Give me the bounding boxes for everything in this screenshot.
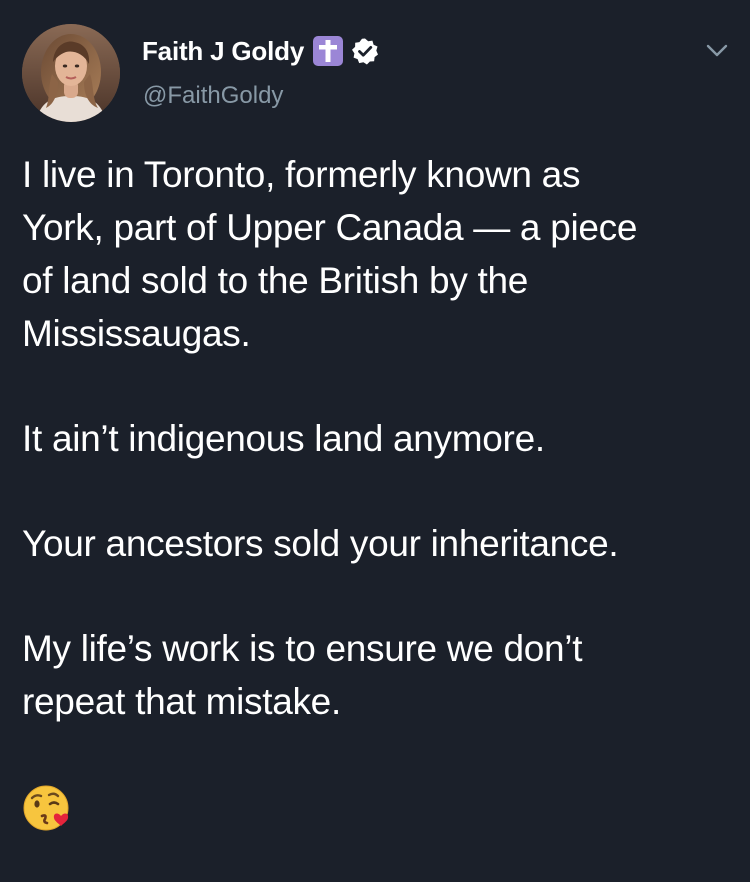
tweet-paragraph: I live in Toronto, formerly known as Yor…	[22, 154, 638, 354]
author-name-row[interactable]: Faith J Goldy	[142, 33, 379, 69]
tweet-paragraph: It ain’t indigenous land anymore.	[22, 418, 545, 459]
tweet-text: I live in Toronto, formerly known as Yor…	[22, 148, 732, 780]
face-blowing-a-kiss-emoji	[22, 782, 74, 834]
verified-check-icon	[351, 37, 379, 65]
author-display-name[interactable]: Faith J Goldy	[142, 36, 304, 67]
author-avatar[interactable]	[22, 24, 120, 122]
tweet-card: Faith J Goldy @FaithGoldy I live in Toro…	[0, 0, 750, 882]
chevron-down-icon[interactable]	[703, 39, 731, 63]
avatar-image	[22, 24, 120, 122]
tweet-paragraph: My life’s work is to ensure we don’t rep…	[22, 628, 583, 722]
latin-cross-icon	[313, 36, 344, 66]
tweet-paragraph: Your ancestors sold your inheritance.	[22, 523, 619, 564]
author-handle[interactable]: @FaithGoldy	[143, 82, 283, 110]
